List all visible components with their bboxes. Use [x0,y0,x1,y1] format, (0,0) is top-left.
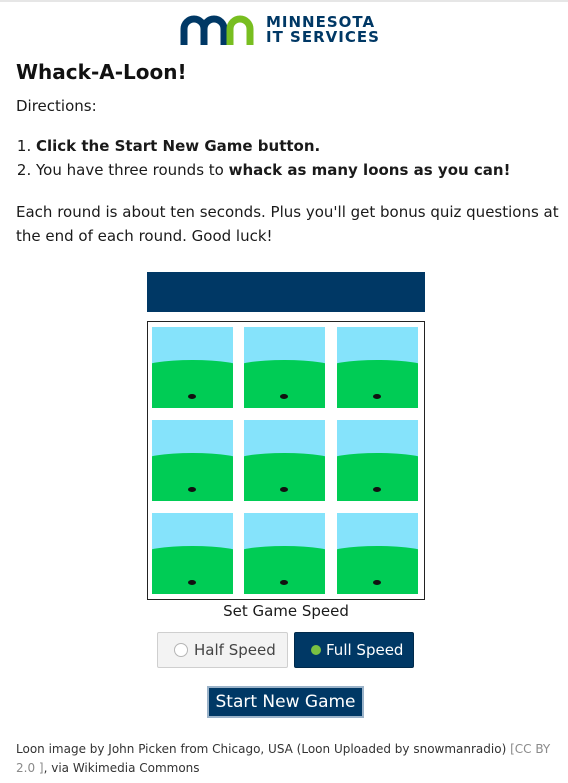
half-speed-button[interactable]: Half Speed [157,632,288,668]
loon-hole[interactable] [244,420,325,501]
loon-hole[interactable] [244,513,325,594]
loon-hole[interactable] [337,420,418,501]
radio-unselected-icon [174,643,188,657]
hole-pit [280,394,288,399]
hole-pit [188,487,196,492]
start-new-game-button[interactable]: Start New Game [207,686,364,718]
grass [337,453,418,501]
grass [152,360,233,408]
grass [337,360,418,408]
mn-logo-icon [180,15,254,45]
step-2-bold: whack as many loons as you can! [228,161,511,179]
grass [244,453,325,501]
speed-label: Set Game Speed [223,602,349,620]
directions-list: Click the Start New Game button. You hav… [16,134,510,182]
credit-text: Loon image by John Picken from Chicago, … [16,742,511,756]
hole-pit [373,487,381,492]
radio-selected-icon [311,645,321,655]
loon-hole[interactable] [152,327,233,408]
step-2-text: You have three rounds to [36,161,229,179]
full-speed-label: Full Speed [326,641,404,659]
mnit-logo[interactable]: MINNESOTA IT SERVICES [180,12,380,48]
full-speed-button[interactable]: Full Speed [294,632,414,668]
grass [152,546,233,594]
game-board [147,321,425,600]
hole-pit [188,394,196,399]
image-credit: Loon image by John Picken from Chicago, … [16,740,561,778]
step-1-bold: Click the Start New Game button. [36,137,321,155]
hole-pit [188,580,196,585]
grass [244,546,325,594]
direction-step-2: You have three rounds to whack as many l… [36,158,510,182]
hole-pit [373,394,381,399]
loon-hole[interactable] [337,513,418,594]
hole-pit [373,580,381,585]
half-speed-label: Half Speed [194,641,276,659]
credit-suffix: , via Wikimedia Commons [43,761,200,775]
direction-step-1: Click the Start New Game button. [36,134,510,158]
top-border [0,0,568,2]
directions-label: Directions: [16,97,97,115]
logo-line-2: IT SERVICES [266,28,380,46]
round-info: Each round is about ten seconds. Plus yo… [16,203,559,245]
grass [337,546,418,594]
page-title: Whack-A-Loon! [16,60,187,84]
hole-pit [280,580,288,585]
hole-pit [280,487,288,492]
loon-hole[interactable] [152,420,233,501]
game-banner [147,272,425,312]
loon-hole[interactable] [244,327,325,408]
loon-hole[interactable] [337,327,418,408]
grass [244,360,325,408]
loon-hole[interactable] [152,513,233,594]
grass [152,453,233,501]
